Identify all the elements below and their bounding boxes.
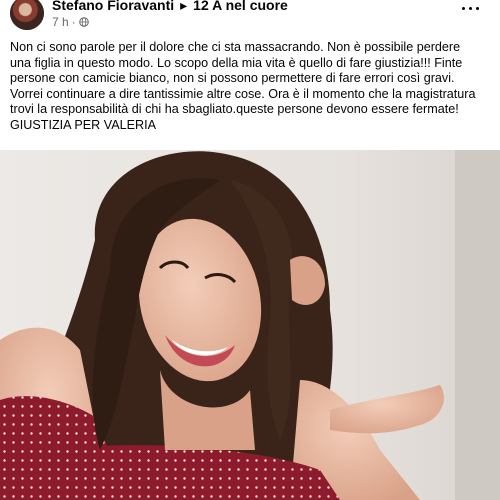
- more-options-icon[interactable]: [460, 2, 482, 16]
- post-author-line: Stefano Fioravanti ▸ 12 A nel cuore: [52, 0, 288, 14]
- author-name[interactable]: Stefano Fioravanti: [52, 0, 174, 13]
- post-text-line: GIUSTIZIA PER VALERIA: [10, 117, 157, 132]
- post-text-line: persone con camicie bianco, non si posso…: [10, 71, 455, 85]
- post-text-line: Non ci sono parole per il dolore che ci …: [10, 40, 461, 54]
- post-time[interactable]: 7 h: [52, 15, 69, 29]
- post-text-line: Vorrei continuare a dire tantissimie alt…: [10, 86, 476, 101]
- group-name[interactable]: 12 A nel cuore: [193, 0, 288, 13]
- post-header: Stefano Fioravanti ▸ 12 A nel cuore 7 h ·: [0, 0, 500, 34]
- author-avatar[interactable]: [10, 0, 44, 30]
- post-text-line: una figlia in questo modo. Lo scopo dell…: [10, 55, 463, 70]
- post-text-line: trovi la responsabilità di chi ha sbagli…: [10, 102, 459, 116]
- meta-dot: ·: [71, 15, 76, 29]
- facebook-post: Stefano Fioravanti ▸ 12 A nel cuore 7 h · …: [0, 0, 500, 500]
- post-photo[interactable]: [0, 150, 500, 500]
- group-arrow-icon: ▸: [180, 0, 188, 13]
- globe-icon: [78, 17, 89, 27]
- post-meta: 7 h ·: [52, 15, 89, 29]
- portrait-illustration: [0, 150, 500, 500]
- post-text: Non ci sono parole per il dolore che ci …: [10, 40, 492, 133]
